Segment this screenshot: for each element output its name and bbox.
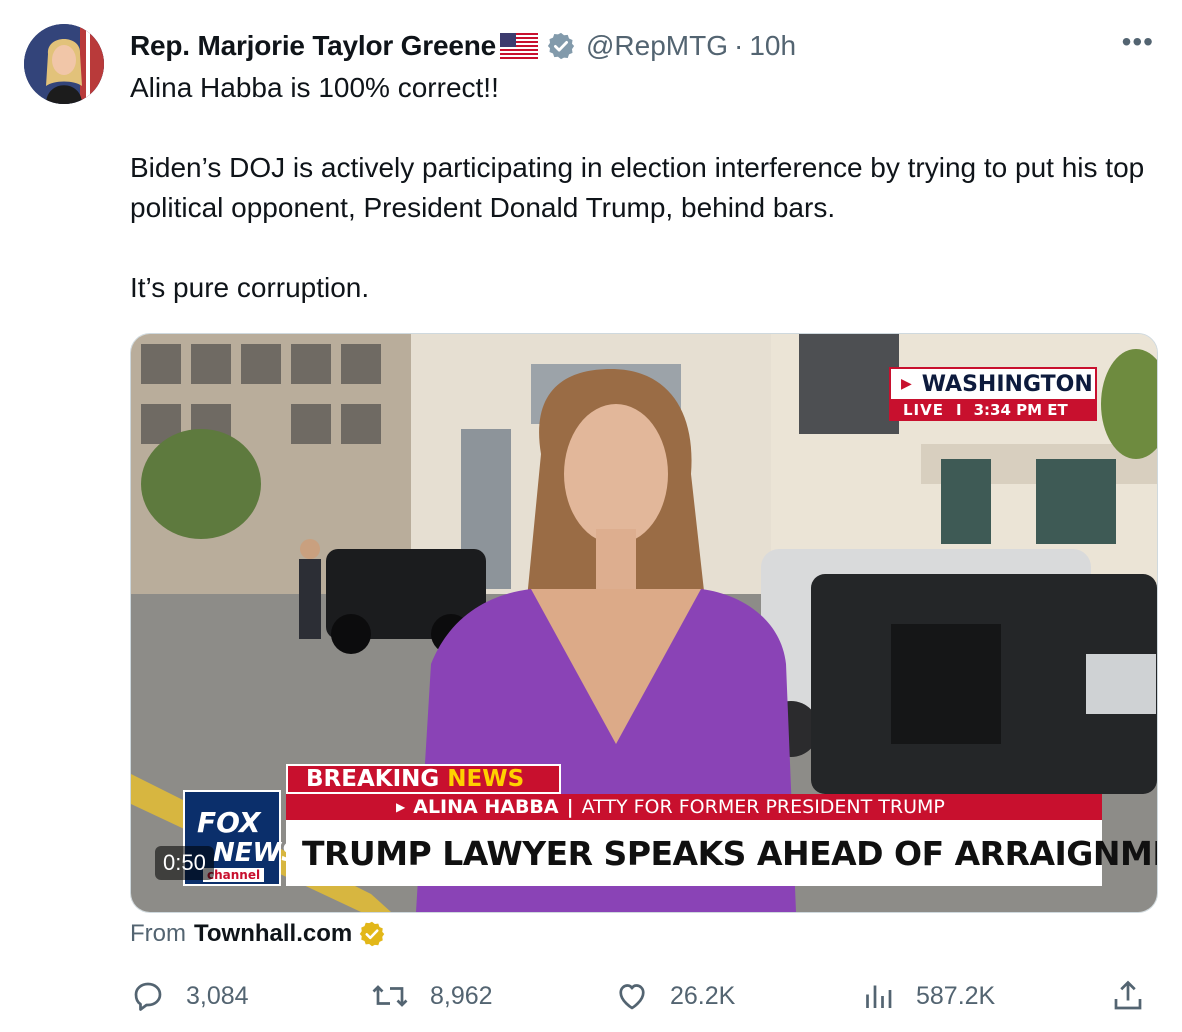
author-name[interactable]: Rep. Marjorie Taylor Greene: [130, 30, 496, 62]
logo-fox-text: FOX: [197, 806, 261, 839]
like-button[interactable]: 26.2K: [614, 978, 735, 1014]
guest-separator: |: [566, 796, 574, 818]
breaking-label: BREAKING: [306, 766, 440, 792]
tweet-line-1: Alina Habba is 100% correct!!: [130, 72, 499, 103]
subline-arrow-icon: ▶: [396, 800, 406, 814]
tweet-text: Alina Habba is 100% correct!! Biden’s DO…: [130, 68, 1166, 308]
gold-verified-badge-icon: [358, 920, 386, 948]
repost-icon: [372, 985, 408, 1007]
views-button[interactable]: 587.2K: [860, 978, 995, 1014]
source-from-label: From: [130, 920, 186, 947]
repost-count: 8,962: [430, 981, 493, 1010]
media-source: From Townhall.com: [130, 920, 386, 948]
video-player[interactable]: ▶ WASHINGTON LIVE I 3:34 PM ET BREAKING …: [130, 333, 1158, 913]
author-handle[interactable]: @RepMTG: [586, 30, 728, 62]
headline-banner: TRUMP LAWYER SPEAKS AHEAD OF ARRAIGNMENT: [286, 820, 1157, 886]
news-label: NEWS: [447, 766, 525, 792]
heart-icon: [619, 984, 645, 1010]
reply-button[interactable]: 3,084: [130, 978, 249, 1014]
logo-news-text: NEWS: [213, 838, 300, 868]
reply-count: 3,084: [186, 981, 249, 1010]
share-button[interactable]: [1110, 978, 1166, 1014]
guest-subline: ▶ ALINA HABBA | ATTY FOR FORMER PRESIDEN…: [286, 794, 1102, 820]
tweet-time[interactable]: 10h: [749, 30, 796, 62]
tweet-header: Rep. Marjorie Taylor Greene @RepMTG · 10…: [130, 26, 1162, 66]
more-options-icon[interactable]: •••: [1122, 26, 1154, 58]
live-label: LIVE: [903, 401, 944, 419]
live-time: 3:34 PM ET: [973, 401, 1068, 419]
breaking-news-banner: BREAKING NEWS: [286, 764, 561, 794]
guest-role: ATTY FOR FORMER PRESIDENT TRUMP: [581, 796, 945, 818]
like-count: 26.2K: [670, 981, 736, 1010]
guest-name: ALINA HABBA: [413, 796, 559, 818]
play-triangle-icon: ▶: [901, 376, 912, 392]
tweet-line-2: Biden’s DOJ is actively participating in…: [130, 152, 1145, 223]
verified-badge-icon[interactable]: [546, 31, 576, 61]
views-chart-icon: [866, 985, 892, 1008]
tweet-line-3: It’s pure corruption.: [130, 272, 370, 303]
views-count: 587.2K: [916, 981, 996, 1010]
action-bar: 3,084 8,962 26.2K 587.2K: [130, 978, 1160, 1022]
us-flag-icon: [499, 33, 538, 59]
share-icon: [1114, 980, 1142, 1010]
repost-button[interactable]: 8,962: [370, 978, 493, 1014]
live-separator: I: [956, 401, 962, 419]
avatar[interactable]: [24, 24, 104, 104]
reply-icon: [134, 982, 162, 1011]
separator-dot: ·: [733, 30, 744, 61]
video-duration: 0:50: [155, 846, 214, 880]
source-site-link[interactable]: Townhall.com: [194, 920, 352, 948]
location-label: WASHINGTON: [921, 371, 1093, 397]
location-bug: ▶ WASHINGTON LIVE I 3:34 PM ET: [889, 367, 1097, 421]
